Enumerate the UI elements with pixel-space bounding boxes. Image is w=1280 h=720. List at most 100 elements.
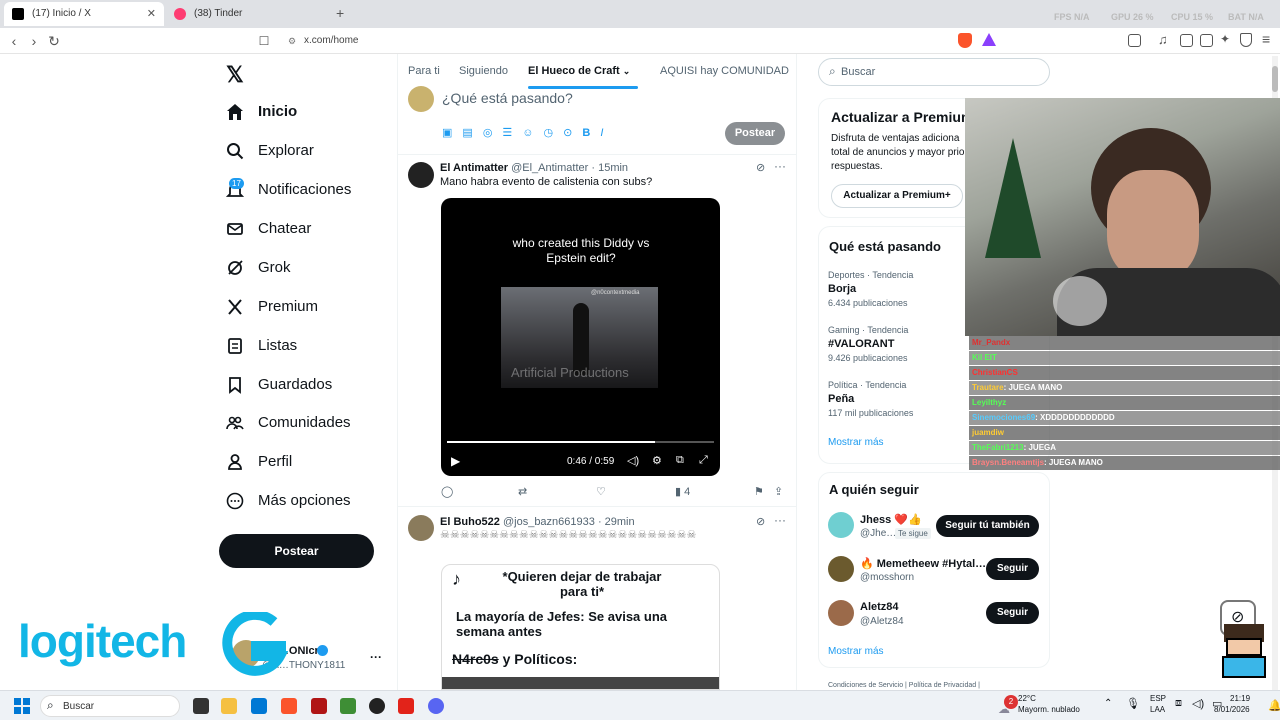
sidebar-item-grok[interactable]: Grok (226, 254, 291, 282)
tweet-handle[interactable]: @jos_bazn661933 (503, 516, 595, 528)
taskbar-search[interactable]: ⌕ Buscar (40, 695, 180, 717)
close-tab-icon[interactable]: ✕ (147, 2, 156, 26)
sidebar-item-guardados[interactable]: Guardados (226, 371, 332, 399)
sidebar-item-listas[interactable]: Listas (226, 332, 297, 360)
weather-temp[interactable]: 22°C (1018, 694, 1036, 703)
avatar[interactable] (828, 600, 854, 626)
gif-icon[interactable]: ▤ (462, 127, 482, 139)
premium-plus-button[interactable]: Actualizar a Premium+ (831, 184, 963, 208)
wallet-icon[interactable] (1200, 34, 1213, 47)
pip-icon[interactable]: ⧉ (676, 454, 684, 467)
compose-input[interactable]: ¿Qué está pasando? (442, 90, 573, 106)
bold-icon[interactable]: B (582, 127, 600, 139)
tweet-more-icon[interactable]: ··· (774, 513, 786, 527)
image-icon[interactable]: ▣ (442, 127, 462, 139)
show-more-follow-link[interactable]: Mostrar más (828, 646, 884, 657)
play-icon[interactable]: ▶ (451, 454, 460, 468)
sidebar-toggle-icon[interactable] (1128, 34, 1141, 47)
follow-button[interactable]: Seguir (986, 602, 1039, 624)
fullscreen-icon[interactable]: ⤢ (699, 454, 708, 467)
url-field[interactable]: ⚙ x.com/home (284, 32, 1004, 50)
app-icon[interactable] (398, 698, 414, 714)
avatar[interactable] (408, 515, 434, 541)
footer-links[interactable]: Condiciones de Servicio | Política de Pr… (828, 682, 980, 689)
new-tab-icon[interactable]: + (336, 5, 344, 21)
site-info-icon[interactable]: ⚙ (288, 32, 296, 50)
video-progress-track[interactable] (447, 441, 714, 443)
views-icon[interactable]: ▮ 4 (675, 485, 690, 498)
tweet-author[interactable]: El Antimatter (440, 162, 508, 174)
search-input[interactable]: ⌕ Buscar (818, 58, 1050, 86)
bookmark-icon[interactable]: ⚑ (754, 485, 764, 498)
sidebar-item-explorar[interactable]: Explorar (226, 137, 314, 165)
windows-start-icon[interactable] (14, 698, 30, 714)
file-explorer-icon[interactable] (221, 698, 237, 714)
share-icon[interactable]: ⇪ (774, 485, 783, 498)
reply-icon[interactable]: ◯ (441, 485, 453, 498)
volume-icon[interactable]: ◁) (1192, 697, 1204, 710)
tweet-author[interactable]: El Buho522 (440, 516, 500, 528)
follow-back-button[interactable]: Seguir tú también (936, 515, 1039, 537)
clock-time[interactable]: 21:19 (1230, 694, 1250, 703)
clock-date[interactable]: 8/01/2026 (1214, 705, 1250, 714)
music-icon[interactable]: ♫ (1158, 32, 1168, 47)
sidebar-item-perfil[interactable]: Perfil (226, 448, 292, 476)
bookmark-page-icon[interactable]: ☐ (256, 32, 272, 50)
account-more-icon[interactable]: ··· (370, 650, 382, 664)
sidebar-item-mas-opciones[interactable]: Más opciones (226, 487, 351, 515)
sidebar-item-premium[interactable]: Premium (226, 293, 318, 321)
avatar[interactable] (408, 162, 434, 188)
brave-icon[interactable] (281, 698, 297, 714)
video-player[interactable]: who created this Diddy vs Epstein edit? … (441, 198, 720, 476)
location-icon[interactable]: ⊙ (563, 127, 582, 139)
tray-chevron-icon[interactable]: ⌃ (1104, 698, 1112, 709)
avatar[interactable] (828, 512, 854, 538)
settings-icon[interactable]: ⚙ (652, 454, 662, 467)
leo-ai-icon[interactable]: ✦ (1220, 32, 1230, 46)
brave-shield-icon[interactable] (958, 33, 972, 48)
forward-icon[interactable]: › (26, 32, 42, 50)
scrollbar-thumb[interactable] (1272, 66, 1278, 92)
trend-item[interactable]: Política · Tendencia Peña 117 mil public… (828, 378, 913, 420)
volume-icon[interactable]: ◁) (627, 454, 639, 467)
sidebar-item-inicio[interactable]: Inicio (226, 98, 297, 126)
tab-tinder[interactable]: (38) Tinder (166, 2, 326, 26)
microphone-icon[interactable]: 🎙 (1126, 697, 1140, 710)
tab-siguiendo[interactable]: Siguiendo (459, 65, 508, 77)
follow-button[interactable]: Seguir (986, 558, 1039, 580)
x-logo-icon[interactable]: 𝕏 (226, 62, 244, 88)
sidebar-item-notificaciones[interactable]: 17 Notificaciones (226, 176, 351, 204)
grok-icon[interactable]: ⊘ (756, 161, 765, 174)
trend-item[interactable]: Deportes · Tendencia Borja 6.434 publica… (828, 268, 913, 310)
lang-primary[interactable]: ESP (1150, 694, 1166, 703)
app-icon[interactable] (311, 698, 327, 714)
obs-icon[interactable] (369, 698, 385, 714)
menu-icon[interactable]: ≡ (1262, 31, 1270, 47)
store-icon[interactable] (251, 698, 267, 714)
tweet-handle[interactable]: @El_Antimatter (511, 162, 588, 174)
grok-icon[interactable]: ⊘ (756, 515, 765, 528)
italic-icon[interactable]: I (600, 127, 613, 139)
reload-icon[interactable]: ↻ (46, 32, 62, 50)
trend-item[interactable]: Gaming · Tendencia #VALORANT 9.426 publi… (828, 323, 908, 365)
post-button[interactable]: Postear (219, 534, 374, 568)
grok-icon[interactable]: ◎ (483, 127, 503, 139)
like-icon[interactable]: ♡ (596, 485, 606, 498)
tab-aquisi-comunidad[interactable]: AQUISI hay COMUNIDAD (660, 65, 789, 77)
image-card[interactable]: ♪ *Quieren dejar de trabajar para ti* La… (441, 564, 720, 690)
brave-rewards-icon[interactable] (982, 33, 996, 46)
back-icon[interactable]: ‹ (6, 32, 22, 50)
discord-icon[interactable] (428, 698, 444, 714)
weather-desc[interactable]: Mayorm. nublado (1018, 705, 1080, 714)
repost-icon[interactable]: ⇄ (518, 485, 527, 498)
sidebar-item-chatear[interactable]: Chatear (226, 215, 311, 243)
reader-icon[interactable] (1180, 34, 1193, 47)
tweet-more-icon[interactable]: ··· (774, 159, 786, 173)
task-view-icon[interactable] (193, 698, 209, 714)
show-more-trends-link[interactable]: Mostrar más (828, 437, 884, 448)
vpn-shield-icon[interactable] (1240, 33, 1252, 47)
tab-x-home[interactable]: (17) Inicio / X ✕ (4, 2, 164, 26)
poll-icon[interactable]: ☰ (502, 127, 522, 139)
sidebar-item-comunidades[interactable]: Comunidades (226, 409, 351, 437)
schedule-icon[interactable]: ◷ (544, 127, 564, 139)
